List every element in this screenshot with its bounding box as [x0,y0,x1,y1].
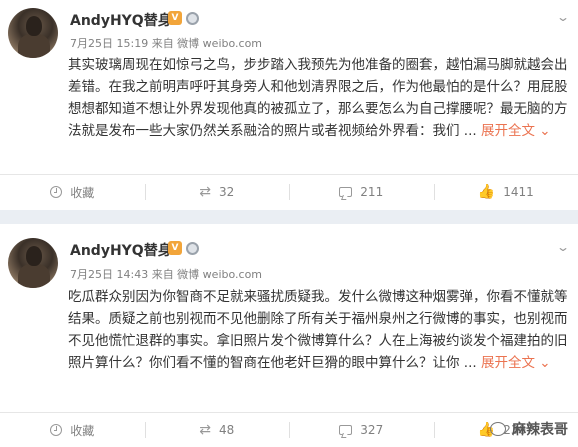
post-content: 吃瓜群众别因为你智商不足就来骚扰质疑我。发什么微博这种烟雾弹，你看不懂就等结果。… [68,286,568,374]
ellipsis: ... [459,123,477,139]
repost-button[interactable]: ⇄ 48 [144,413,290,447]
expand-label[interactable]: 展开全文 [481,355,535,371]
expand-arrow-icon[interactable]: ⌄ [539,355,550,371]
repost-icon: ⇄ [199,422,211,438]
comment-button[interactable]: 211 [289,175,434,209]
ellipsis: ... [459,355,477,371]
favorite-button[interactable]: 收藏 [0,413,145,447]
medal-icon[interactable] [186,242,199,255]
star-icon [50,424,63,436]
comment-icon [339,187,353,197]
comment-count: 211 [360,185,384,199]
medal-icon[interactable] [186,12,199,25]
expand-full-text-link[interactable]: 展开全文 ⌄ [481,123,551,139]
post-meta[interactable]: 7月25日 14:43 来自 微博 weibo.com [70,266,262,282]
post-content: 其实玻璃周现在如惊弓之鸟，步步踏入我预先为他准备的圈套，越怕漏马脚就越会出差错。… [68,54,568,142]
watermark: 麻辣表哥 [490,419,568,439]
favorite-button[interactable]: 收藏 [0,175,145,209]
comment-count: 327 [360,423,384,437]
username[interactable]: AndyHYQ替身 [70,10,172,30]
weibo-post-1: AndyHYQ替身 V ⌄ 7月25日 15:19 来自 微博 weibo.co… [0,0,578,210]
star-icon [50,186,63,198]
post-meta[interactable]: 7月25日 15:19 来自 微博 weibo.com [70,35,262,51]
avatar[interactable] [8,238,58,288]
post-separator [0,210,578,224]
expand-arrow-icon[interactable]: ⌄ [539,123,550,139]
repost-button[interactable]: ⇄ 32 [144,175,290,209]
like-count: 1411 [503,185,534,199]
wechat-logo-icon [490,422,506,436]
favorite-label: 收藏 [70,185,95,200]
chevron-down-icon[interactable]: ⌄ [556,10,570,24]
repost-count: 32 [218,185,235,199]
expand-full-text-link[interactable]: 展开全文 ⌄ [481,355,551,371]
watermark-text: 麻辣表哥 [512,422,568,438]
repost-count: 48 [218,423,235,437]
chevron-down-icon[interactable]: ⌄ [556,240,570,254]
favorite-label: 收藏 [70,423,95,438]
vip-badge-icon[interactable]: V [168,11,182,25]
avatar[interactable] [8,8,58,58]
comment-button[interactable]: 327 [289,413,434,447]
thumbs-up-icon: 👍 [477,184,496,200]
action-bar: 收藏 ⇄ 32 211 👍 1411 [0,174,578,209]
like-button[interactable]: 👍 1411 [433,175,578,209]
weibo-post-2: AndyHYQ替身 V ⌄ 7月25日 14:43 来自 微博 weibo.co… [0,224,578,447]
comment-icon [339,425,353,435]
vip-badge-icon[interactable]: V [168,241,182,255]
repost-icon: ⇄ [199,184,211,200]
expand-label[interactable]: 展开全文 [481,123,535,139]
username[interactable]: AndyHYQ替身 [70,240,172,260]
